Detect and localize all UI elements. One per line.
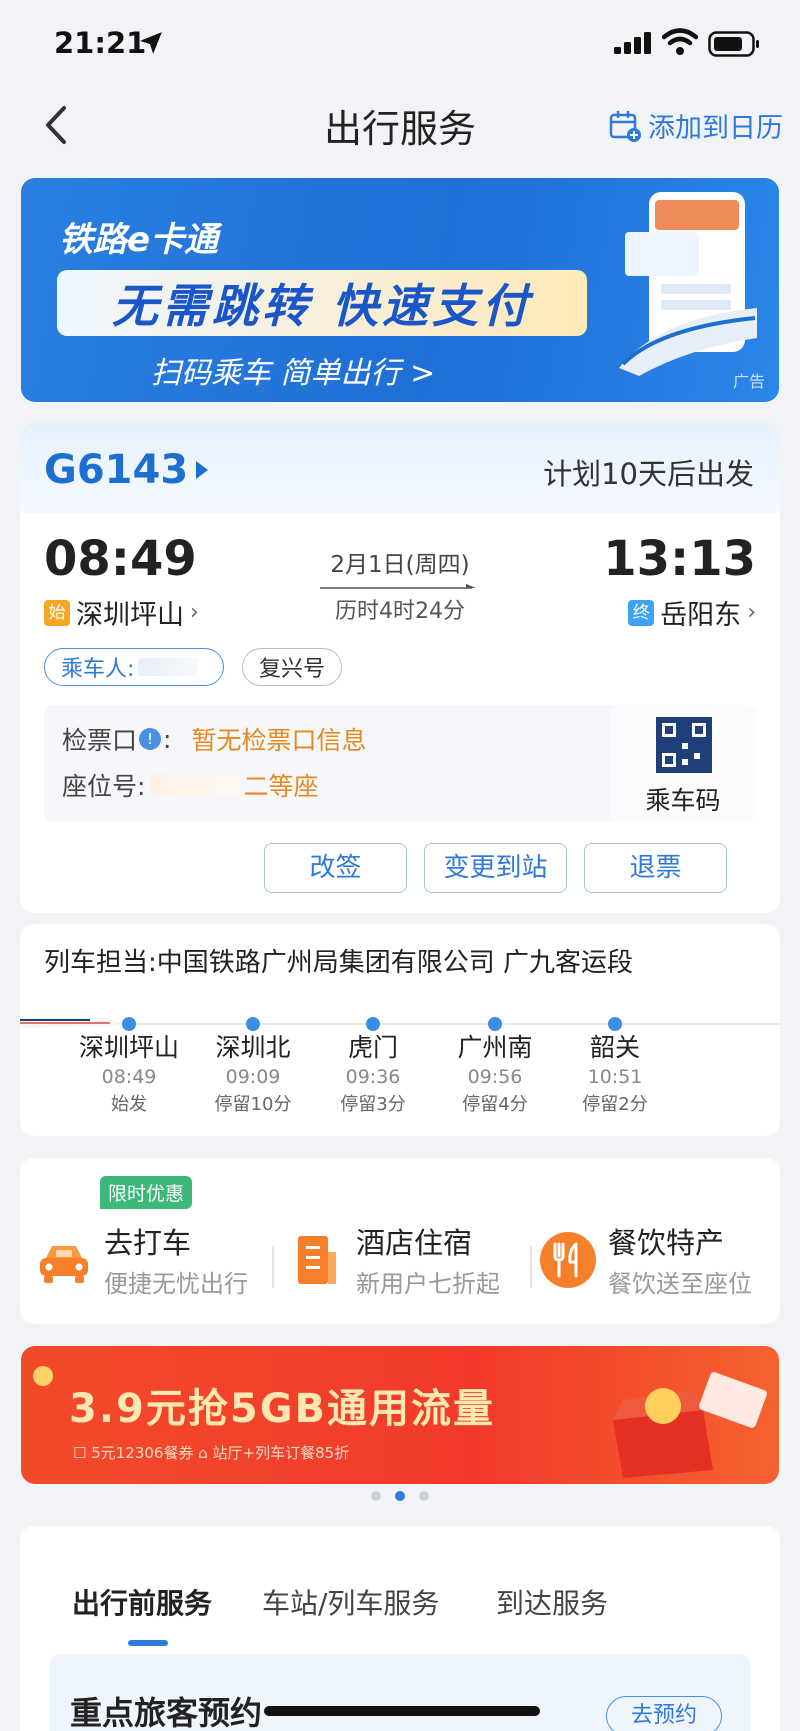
seat-row: 座位号: 二等座 xyxy=(62,767,318,803)
calendar-add-icon xyxy=(609,110,641,142)
change-ticket-button[interactable]: 改签 xyxy=(264,843,407,893)
stop-stay: 停留3分 xyxy=(340,1094,406,1115)
stop-stay: 停留4分 xyxy=(462,1094,528,1115)
passenger-label: 乘车人: xyxy=(61,657,135,682)
taxi-title: 去打车 xyxy=(104,1226,192,1260)
route-stop: 深圳北 09:09 停留10分 xyxy=(188,1028,318,1116)
home-indicator[interactable] xyxy=(264,1706,540,1716)
qr-code-icon xyxy=(656,717,712,773)
travel-date: 2月1日(周四) xyxy=(330,552,470,578)
stop-stay: 始发 xyxy=(111,1094,147,1115)
priority-passenger-card: 重点旅客预约 去预约 xyxy=(50,1654,750,1731)
banner-logo: 铁路e卡通 xyxy=(59,220,219,260)
gate-seat-info: 检票口 ! : 暂无检票口信息 座位号: 二等座 乘车码 xyxy=(44,705,756,821)
gate-label: 检票口 xyxy=(62,726,138,755)
trip-duration: 历时4时24分 xyxy=(335,599,465,624)
food-service[interactable]: 餐饮特产 餐饮送至座位 xyxy=(538,1220,752,1299)
gate-value: 暂无检票口信息 xyxy=(191,726,367,755)
add-to-calendar-label: 添加到日历 xyxy=(648,113,783,144)
stop-name: 韶关 xyxy=(589,1033,640,1062)
carousel-dots xyxy=(371,1491,429,1501)
seat-number-masked xyxy=(149,774,240,796)
route-card[interactable]: 列车担当:中国铁路广州局集团有限公司 广九客运段 深圳坪山 08:49 始发 深… xyxy=(20,924,780,1136)
limited-offer-tag: 限时优惠 xyxy=(100,1176,193,1209)
stop-time: 09:36 xyxy=(345,1066,401,1088)
taxi-service[interactable]: 去打车 便捷无忧出行 xyxy=(34,1220,248,1299)
route-stop: 广州南 09:56 停留4分 xyxy=(430,1028,560,1116)
stop-time: 08:49 xyxy=(101,1066,157,1088)
departure-countdown: 计划10天后出发 xyxy=(543,457,754,491)
gate-row: 检票口 ! : 暂无检票口信息 xyxy=(62,721,366,757)
stop-time: 09:56 xyxy=(467,1066,523,1088)
ticket-card: G6143 计划10天后出发 08:49 13:13 始 深圳坪山 › 终 岳阳… xyxy=(20,423,780,913)
passenger-pill[interactable]: 乘车人: xyxy=(44,648,224,686)
train-number[interactable]: G6143 xyxy=(44,447,209,493)
location-arrow-icon xyxy=(140,32,162,54)
food-subtitle: 餐饮送至座位 xyxy=(608,1270,752,1298)
stop-stay: 停留2分 xyxy=(582,1094,648,1115)
ride-code-button[interactable]: 乘车码 xyxy=(610,705,756,821)
banner-slogan: 无需跳转 快速支付 xyxy=(57,270,587,336)
arrow-line-icon xyxy=(320,584,476,589)
reserve-button[interactable]: 去预约 xyxy=(606,1696,722,1731)
status-time: 21:21 xyxy=(54,26,147,60)
info-icon[interactable]: ! xyxy=(139,728,162,750)
ad-label: 广告 xyxy=(732,372,765,391)
data-plan-promo-banner[interactable]: 3.9元抢5GB通用流量 ☐ 5元12306餐券 ⌂ 站厅+列车订餐85折 xyxy=(21,1346,779,1484)
ride-code-label: 乘车码 xyxy=(645,786,721,815)
battery-icon xyxy=(708,31,759,57)
ad-banner[interactable]: 铁路e卡通 无需跳转 快速支付 扫码乘车 简单出行 > 广告 xyxy=(21,178,779,402)
fork-knife-icon xyxy=(540,1231,596,1288)
stop-name: 深圳北 xyxy=(215,1033,291,1062)
hotel-service[interactable]: 酒店住宿 新用户七折起 xyxy=(286,1220,500,1299)
services-card: 限时优惠 去打车 便捷无忧出行 酒店住宿 新用户七折起 餐饮特产 餐饮送至座位 xyxy=(20,1158,780,1324)
tab-station-train[interactable]: 车站/列车服务 xyxy=(262,1582,439,1622)
gate-colon: : xyxy=(163,724,172,754)
train-operator: 列车担当:中国铁路广州局集团有限公司 广九客运段 xyxy=(44,948,634,978)
add-to-calendar-button[interactable]: 添加到日历 xyxy=(608,106,783,145)
banner-subtitle: 扫码乘车 简单出行 > xyxy=(151,356,436,391)
play-triangle-icon xyxy=(196,461,209,479)
promo-title: 3.9元抢5GB通用流量 xyxy=(69,1386,496,1432)
travel-service-tabs-card: 出行前服务 车站/列车服务 到达服务 重点旅客预约 去预约 xyxy=(20,1526,780,1731)
food-title: 餐饮特产 xyxy=(608,1226,725,1260)
seat-label: 座位号: xyxy=(62,772,146,801)
train-type-pill: 复兴号 xyxy=(242,648,343,686)
divider xyxy=(272,1246,274,1288)
change-station-button[interactable]: 变更到站 xyxy=(424,843,567,893)
route-stop: 韶关 10:51 停留2分 xyxy=(550,1028,680,1116)
divider xyxy=(530,1246,532,1288)
passenger-name-masked xyxy=(138,658,199,676)
route-stop: 虎门 09:36 停留3分 xyxy=(308,1028,438,1116)
hotel-title: 酒店住宿 xyxy=(356,1226,473,1260)
hotel-building-icon xyxy=(298,1235,336,1284)
route-stop: 深圳坪山 08:49 始发 xyxy=(64,1028,194,1116)
gift-box-icon xyxy=(613,1372,767,1478)
train-number-text: G6143 xyxy=(44,447,189,493)
stop-name: 广州南 xyxy=(457,1033,533,1062)
coin-icon xyxy=(33,1366,53,1386)
hotel-subtitle: 新用户七折起 xyxy=(356,1270,500,1298)
stop-name: 深圳坪山 xyxy=(78,1033,179,1062)
signal-icon xyxy=(614,32,651,54)
taxi-icon xyxy=(40,1245,88,1283)
stop-name: 虎门 xyxy=(347,1033,398,1062)
seat-class: 二等座 xyxy=(243,772,319,801)
priority-passenger-title: 重点旅客预约 xyxy=(70,1694,263,1731)
tab-before-travel[interactable]: 出行前服务 xyxy=(72,1582,212,1622)
stop-stay: 停留10分 xyxy=(214,1094,292,1115)
stop-time: 10:51 xyxy=(587,1066,643,1088)
active-tab-indicator xyxy=(128,1640,168,1646)
wifi-icon xyxy=(662,28,698,55)
phone-train-illustration xyxy=(619,192,757,376)
promo-subtitle: ☐ 5元12306餐券 ⌂ 站厅+列车订餐85折 xyxy=(73,1444,350,1462)
refund-button[interactable]: 退票 xyxy=(584,843,727,893)
taxi-subtitle: 便捷无忧出行 xyxy=(104,1270,248,1298)
tab-arrival[interactable]: 到达服务 xyxy=(496,1582,608,1622)
stop-time: 09:09 xyxy=(225,1066,281,1088)
